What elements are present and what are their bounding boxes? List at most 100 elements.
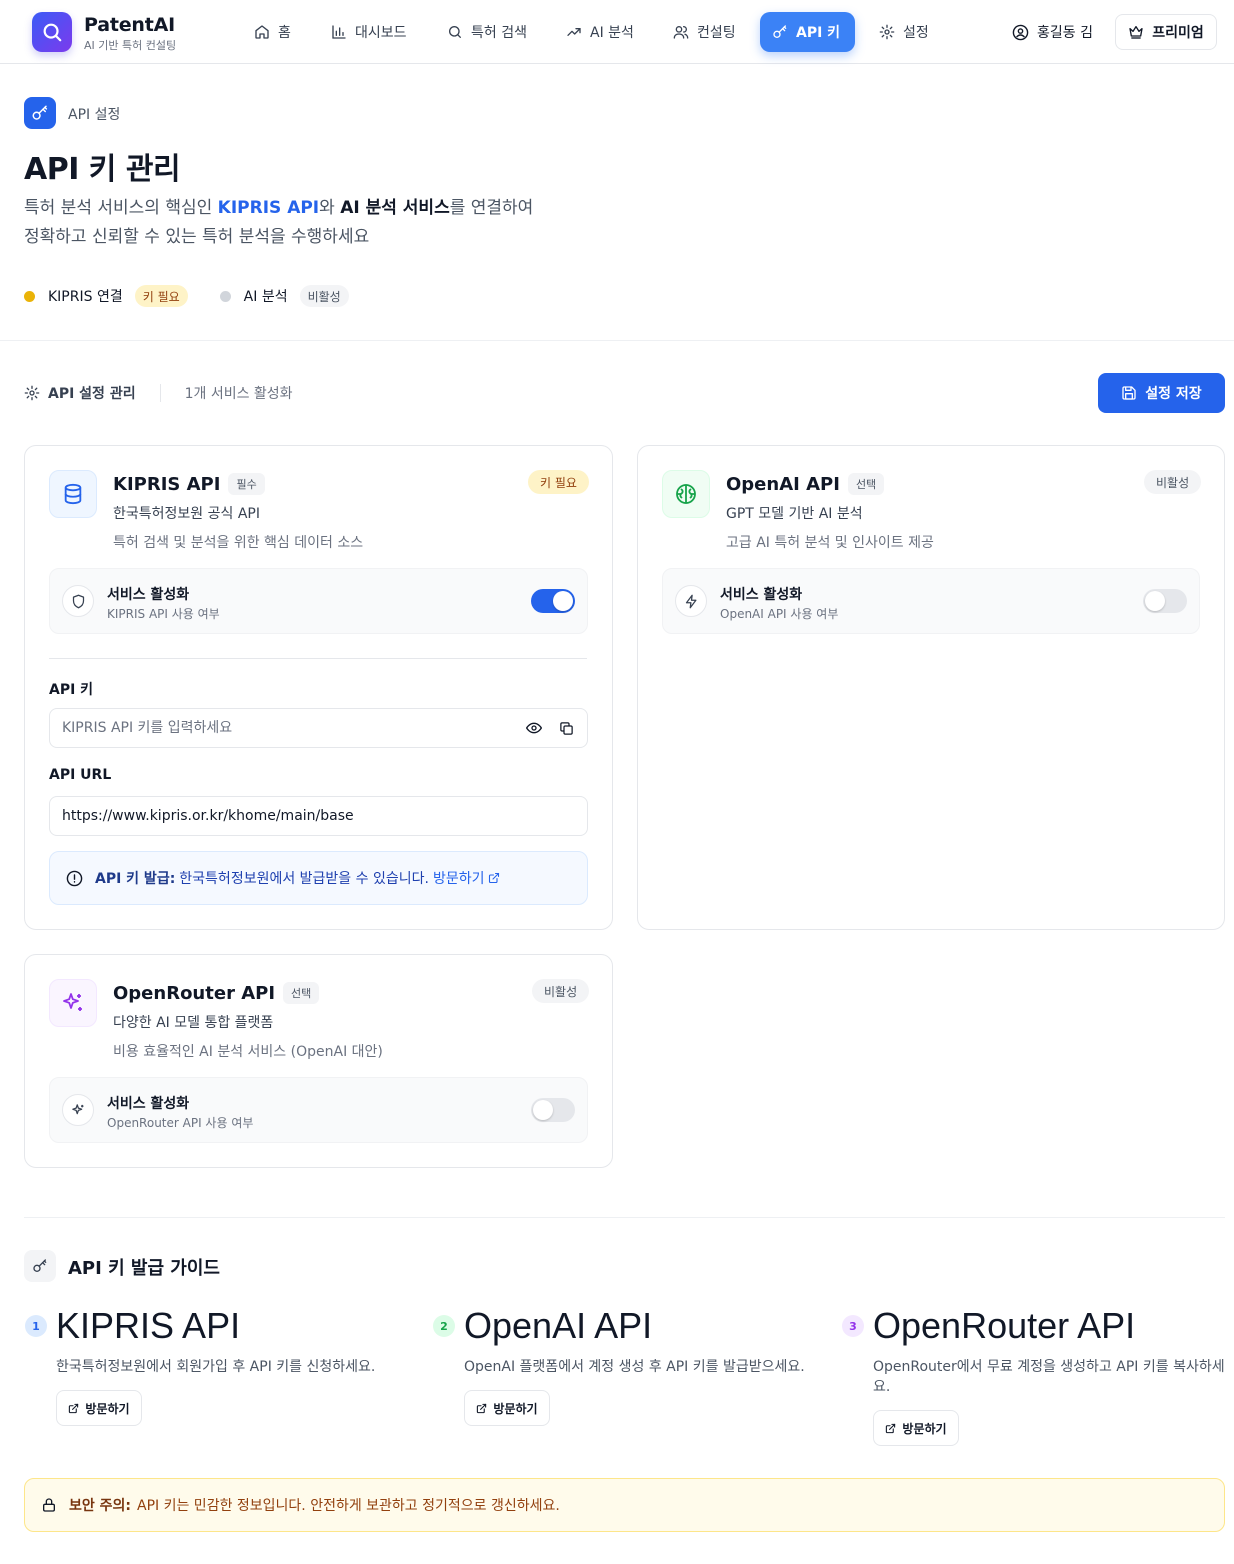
security-notice: 보안 주의: API 키는 민감한 정보입니다. 안전하게 보관하고 정기적으로… <box>24 1478 1225 1532</box>
nav-item-settings[interactable]: 설정 <box>867 12 941 52</box>
status-badge: 키 필요 <box>528 470 589 494</box>
step-description: OpenAI 플랫폼에서 계정 생성 후 API 키를 발급받으세요. <box>464 1359 805 1375</box>
nav-label: 설정 <box>903 25 929 41</box>
toggle-subtitle: OpenRouter API 사용 여부 <box>107 1116 254 1130</box>
required-tag: 필수 <box>228 473 265 495</box>
openai-visit-button[interactable]: 방문하기 <box>464 1390 550 1426</box>
alert-circle-icon <box>66 870 83 886</box>
connection-status: KIPRIS 연결 키 필요 AI 분석 비활성 <box>24 284 349 308</box>
desc-text: 와 <box>319 198 341 218</box>
optional-tag: 선택 <box>283 982 320 1004</box>
visit-label: 방문하기 <box>493 1401 538 1416</box>
service-toggle-row: 서비스 활성화 KIPRIS API 사용 여부 <box>49 568 588 634</box>
info-bold: API 키 발급: <box>95 871 176 887</box>
key-icon <box>773 25 787 38</box>
nav-label: AI 분석 <box>590 25 634 41</box>
openai-service-toggle[interactable] <box>1143 589 1187 613</box>
visit-label: 방문하기 <box>85 1401 130 1416</box>
openai-api-card: OpenAI API 선택 GPT 모델 기반 AI 분석 고급 AI 특허 분… <box>637 445 1225 930</box>
top-nav: PatentAI AI 기반 특허 컨설팅 홈 대시보드 특허 검색 AI 분석… <box>0 0 1234 64</box>
step-title: OpenAI API <box>464 1305 653 1346</box>
openrouter-api-card: OpenRouter API 선택 다양한 AI 모델 통합 플랫폼 비용 효율… <box>24 954 613 1168</box>
service-subtitle: GPT 모델 기반 AI 분석 <box>726 506 863 522</box>
step-description: OpenRouter에서 무료 계정을 생성하고 API 키를 복사하세요. <box>873 1359 1225 1395</box>
nav-item-consulting[interactable]: 컨설팅 <box>661 12 748 52</box>
desc-text: 를 연결하여 <box>449 198 534 218</box>
service-title: KIPRIS API <box>113 473 221 495</box>
user-circle-icon <box>1012 24 1029 40</box>
copy-icon[interactable] <box>556 718 576 738</box>
nav-item-dashboard[interactable]: 대시보드 <box>319 12 419 52</box>
step-title: OpenRouter API <box>873 1305 1136 1346</box>
nav-item-home[interactable]: 홈 <box>242 12 303 52</box>
save-settings-button[interactable]: 설정 저장 <box>1098 373 1225 413</box>
eye-icon[interactable] <box>524 718 544 738</box>
api-key-label: API 키 <box>49 682 94 698</box>
service-toggle-row: 서비스 활성화 OpenAI API 사용 여부 <box>662 568 1200 634</box>
api-url-label: API URL <box>49 767 112 783</box>
step-number: 3 <box>842 1315 864 1337</box>
service-name: OpenRouter API 선택 <box>113 982 320 1004</box>
step-title: KIPRIS API <box>56 1305 241 1346</box>
settings-toolbar: API 설정 관리 1개 서비스 활성화 <box>24 381 293 405</box>
toggle-title: 서비스 활성화 <box>107 1096 190 1112</box>
premium-button[interactable]: 프리미엄 <box>1115 14 1217 50</box>
service-description: 특허 검색 및 분석을 위한 핵심 데이터 소스 <box>113 535 364 551</box>
external-link-icon <box>477 1403 487 1413</box>
kipris-service-toggle[interactable] <box>531 589 575 613</box>
status-dot <box>24 290 35 302</box>
lock-icon <box>43 1498 55 1512</box>
optional-tag: 선택 <box>847 473 885 495</box>
active-service-count: 1개 서비스 활성화 <box>184 386 293 402</box>
search-icon <box>449 26 461 38</box>
nav-label: 컨설팅 <box>697 25 736 41</box>
brain-icon <box>662 470 710 518</box>
guide-title: API 키 발급 가이드 <box>68 1258 220 1279</box>
nav-label: 홈 <box>278 25 291 41</box>
status-badge: 비활성 <box>532 979 590 1003</box>
toggle-subtitle: KIPRIS API 사용 여부 <box>107 607 220 621</box>
status-badge: 비활성 <box>299 285 349 307</box>
brand-title: PatentAI <box>84 14 175 36</box>
kipris-visit-link[interactable]: 방문하기 <box>433 868 501 888</box>
nav-item-patent-search[interactable]: 특허 검색 <box>435 12 539 52</box>
step-number: 1 <box>25 1315 47 1337</box>
desc-text: 특허 분석 서비스의 핵심인 <box>24 198 218 218</box>
status-badge: 키 필요 <box>134 285 188 307</box>
page-description: 특허 분석 서비스의 핵심인 KIPRIS API와 AI 분석 서비스를 연결… <box>24 194 533 252</box>
step-number: 2 <box>433 1315 455 1337</box>
desc-text: 정확하고 신뢰할 수 있는 특허 분석을 수행하세요 <box>24 227 370 247</box>
service-name: KIPRIS API 필수 <box>113 473 265 495</box>
user-name: 홍길동 김 <box>1037 25 1093 41</box>
openrouter-service-toggle[interactable] <box>531 1098 575 1122</box>
gear-icon <box>879 24 895 40</box>
nav-item-api-key[interactable]: API 키 <box>760 12 855 52</box>
security-text: API 키는 민감한 정보입니다. 안전하게 보관하고 정기적으로 갱신하세요. <box>137 1498 560 1514</box>
logo-icon[interactable] <box>32 12 72 52</box>
key-icon <box>24 1250 56 1282</box>
toggle-subtitle: OpenAI API 사용 여부 <box>720 607 839 621</box>
api-key-info: API 키 발급: 한국특허정보원에서 발급받을 수 있습니다. 방문하기 <box>49 851 588 905</box>
brand-subtitle: AI 기반 특허 컨설팅 <box>84 39 177 52</box>
desc-highlight-kipris: KIPRIS API <box>217 198 320 218</box>
premium-label: 프리미엄 <box>1152 25 1204 41</box>
save-icon <box>1122 386 1136 400</box>
nav-label: 대시보드 <box>355 25 407 41</box>
service-subtitle: 다양한 AI 모델 통합 플랫폼 <box>113 1015 274 1031</box>
visit-label: 방문하기 <box>902 1421 947 1436</box>
desc-highlight-ai: AI 분석 서비스 <box>340 198 450 218</box>
link-label: 방문하기 <box>432 871 485 887</box>
kipris-api-url-input[interactable] <box>49 796 588 836</box>
user-menu-button[interactable]: 홍길동 김 <box>1004 14 1101 50</box>
divider <box>0 340 1234 341</box>
openrouter-visit-button[interactable]: 방문하기 <box>873 1410 959 1446</box>
toggle-title: 서비스 활성화 <box>720 587 803 603</box>
nav-label: API 키 <box>796 25 841 41</box>
kipris-api-key-input[interactable] <box>49 708 588 748</box>
nav-item-ai-analysis[interactable]: AI 분석 <box>554 12 646 52</box>
service-toggle-row: 서비스 활성화 OpenRouter API 사용 여부 <box>49 1077 588 1143</box>
step-description: 한국특허정보원에서 회원가입 후 API 키를 신청하세요. <box>56 1359 376 1375</box>
sparkles-icon <box>62 1094 94 1126</box>
toggle-title: 서비스 활성화 <box>107 587 190 603</box>
kipris-visit-button[interactable]: 방문하기 <box>56 1390 142 1426</box>
